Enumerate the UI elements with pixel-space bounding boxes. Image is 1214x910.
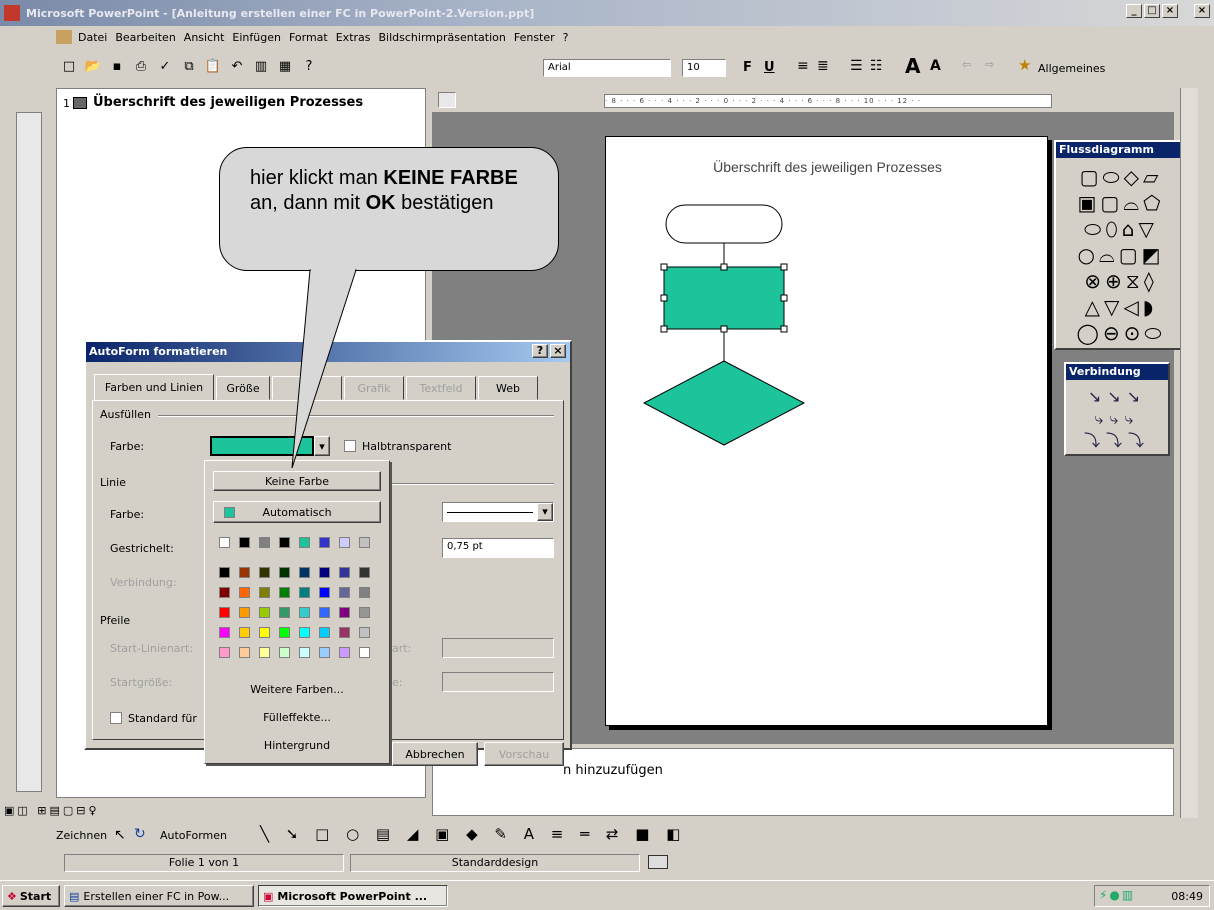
autoshapes-menu[interactable]: AutoFormen — [160, 829, 227, 842]
rotate-icon[interactable]: ↻ — [134, 826, 146, 842]
system-tray: ⚡●▥ 08:49 — [1094, 885, 1210, 907]
draw-menu[interactable]: Zeichnen — [56, 829, 107, 842]
start-button[interactable]: ❖ Start — [2, 885, 60, 907]
select-arrow-icon[interactable]: ↖ — [114, 827, 126, 843]
status-design-text: Standarddesign — [451, 856, 539, 869]
view-buttons[interactable]: ▣◫ ⊞▤▢⊟♀ — [0, 804, 426, 822]
spellcheck-status-icon[interactable] — [648, 855, 668, 869]
task-powerpoint-label: Microsoft PowerPoint ... — [277, 889, 428, 903]
windows-logo-icon: ❖ — [7, 889, 17, 903]
word-icon: ▤ — [69, 889, 80, 903]
callout-tail — [291, 269, 357, 469]
task-powerpoint[interactable]: ▣ Microsoft PowerPoint ... — [258, 885, 448, 907]
drawing-tools-icons[interactable]: ╲ ➘ □ ○ ▤ ◢ ▣ ◆ ✎ A ≡ ═ ⇄ ■ ◧ — [260, 825, 686, 843]
status-design: Standarddesign — [350, 854, 640, 872]
callout-pointer — [291, 269, 357, 469]
status-slide: Folie 1 von 1 — [64, 854, 344, 872]
status-bar: Folie 1 von 1 Standarddesign — [0, 850, 1214, 876]
task-word-label: Erstellen einer FC in Pow... — [83, 889, 230, 903]
powerpoint-icon: ▣ — [263, 889, 274, 903]
start-label: Start — [19, 889, 52, 903]
drawing-toolbar: Zeichnen ↖ ↻ AutoFormen ╲ ➘ □ ○ ▤ ◢ ▣ ◆ … — [0, 822, 1214, 850]
task-word-document[interactable]: ▤ Erstellen einer FC in Pow... — [64, 885, 254, 907]
status-slide-text: Folie 1 von 1 — [168, 856, 240, 869]
taskbar: ❖ Start ▤ Erstellen einer FC in Pow... ▣ Mi… — [0, 880, 1214, 910]
clock: 08:49 — [1171, 890, 1203, 903]
tray-icons[interactable]: ⚡●▥ — [1099, 888, 1135, 902]
